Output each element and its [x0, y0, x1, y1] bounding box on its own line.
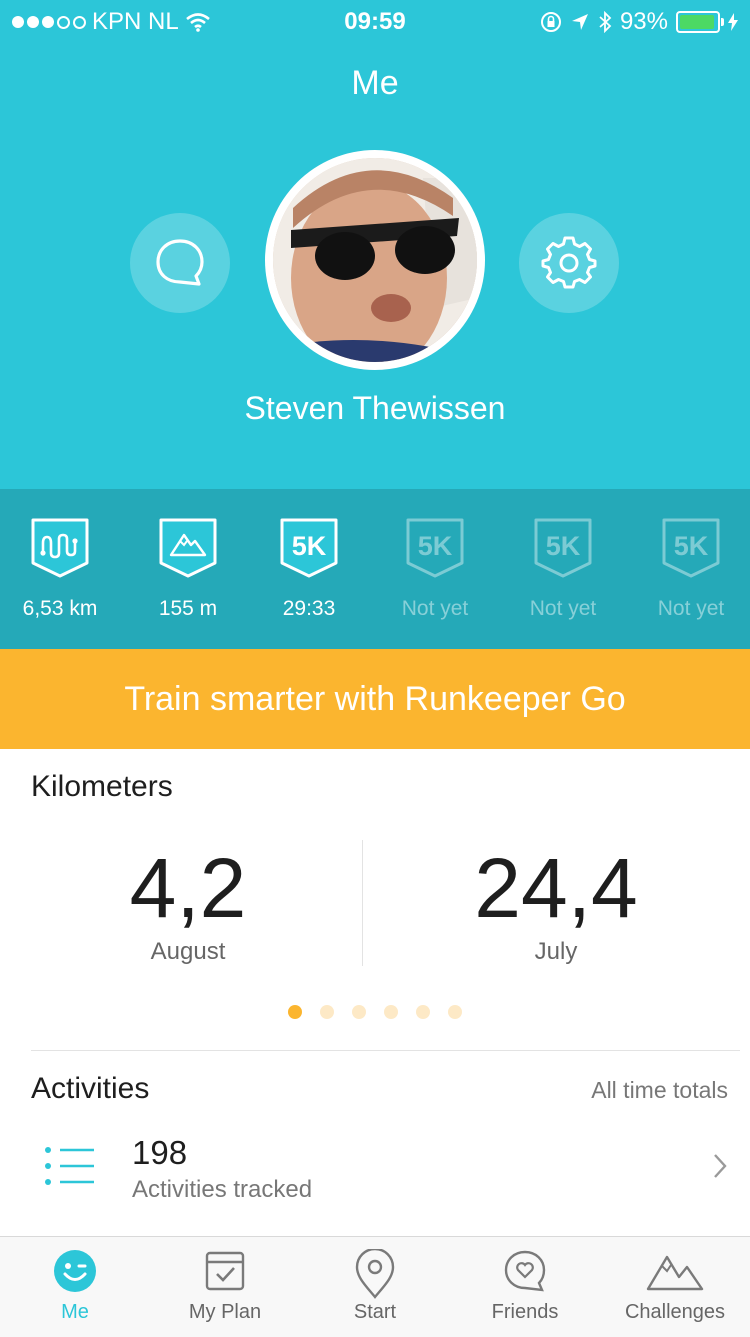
- tab-bar: Me My Plan Start Friends Challenges: [0, 1236, 750, 1337]
- achievement-label: 29:33: [282, 597, 336, 620]
- achievement-locked[interactable]: 5K Not yet: [627, 517, 750, 621]
- tab-challenges[interactable]: Challenges: [600, 1249, 750, 1324]
- achievement-label: Not yet: [401, 597, 469, 620]
- chevron-right-icon: [714, 1154, 727, 1178]
- svg-text:5K: 5K: [546, 531, 581, 561]
- smiley-icon: [54, 1250, 96, 1292]
- page-title: Me: [351, 64, 399, 102]
- all-time-totals-label: All time totals: [591, 1077, 728, 1103]
- stat-label: August: [150, 938, 226, 965]
- activities-title: Activities: [31, 1072, 150, 1105]
- charging-bolt-icon: [728, 13, 738, 31]
- battery-icon: [676, 11, 724, 33]
- 5k-badge-icon: 5K: [280, 518, 338, 578]
- messages-button[interactable]: [130, 213, 230, 313]
- page-dot[interactable]: [384, 1005, 398, 1019]
- tab-my-plan[interactable]: My Plan: [150, 1249, 300, 1324]
- route-badge-icon: [31, 518, 89, 578]
- battery-percentage: 93%: [619, 8, 668, 35]
- achievement-elevation[interactable]: 155 m: [124, 517, 252, 621]
- tab-label: My Plan: [188, 1301, 262, 1323]
- user-name: Steven Thewissen: [244, 390, 506, 426]
- list-icon: [45, 1147, 94, 1185]
- plan-checklist-icon: [205, 1251, 245, 1291]
- achievement-locked[interactable]: 5K Not yet: [371, 517, 499, 621]
- page-dot[interactable]: [320, 1005, 334, 1019]
- heart-chat-icon: [504, 1250, 546, 1292]
- avatar-photo: [273, 158, 477, 362]
- tab-label: Challenges: [624, 1301, 726, 1323]
- runkeeper-go-banner[interactable]: Train smarter with Runkeeper Go: [0, 649, 750, 749]
- bluetooth-icon: [599, 11, 612, 33]
- page-dot[interactable]: [416, 1005, 430, 1019]
- achievement-locked[interactable]: 5K Not yet: [499, 517, 627, 621]
- achievements-row[interactable]: 6,53 km 155 m 5K 29:33 5K Not yet 5K Not…: [0, 489, 750, 649]
- stat-value: 24,4: [474, 841, 638, 935]
- stat-value: 4,2: [129, 841, 247, 935]
- activities-tracked-row[interactable]: 198 Activities tracked: [0, 1130, 750, 1210]
- activities-count: 198: [132, 1134, 188, 1171]
- achievement-label: Not yet: [657, 597, 725, 620]
- page-dot[interactable]: [288, 1005, 302, 1019]
- achievement-label: Not yet: [529, 597, 597, 620]
- 5k-badge-icon: 5K: [406, 518, 464, 578]
- chat-bubble-icon: [156, 239, 204, 286]
- tab-me[interactable]: Me: [0, 1249, 150, 1324]
- activities-count-label: Activities tracked: [132, 1176, 313, 1203]
- page-dot[interactable]: [448, 1005, 462, 1019]
- svg-text:5K: 5K: [674, 531, 709, 561]
- svg-text:5K: 5K: [418, 531, 453, 561]
- achievement-label: 6,53 km: [22, 597, 98, 620]
- gear-icon: [541, 236, 597, 289]
- tab-label: Friends: [491, 1301, 559, 1323]
- tab-label: Start: [353, 1301, 397, 1323]
- page-dot[interactable]: [352, 1005, 366, 1019]
- achievement-longest-distance[interactable]: 6,53 km: [0, 517, 124, 621]
- mountain-badge-icon: [159, 518, 217, 578]
- stat-label: July: [534, 938, 578, 965]
- tab-start[interactable]: Start: [300, 1249, 450, 1324]
- section-divider: [31, 1050, 740, 1051]
- 5k-badge-icon: 5K: [662, 518, 720, 578]
- location-pin-icon: [355, 1249, 395, 1299]
- achievement-fastest-5k[interactable]: 5K 29:33: [245, 517, 373, 621]
- tab-friends[interactable]: Friends: [450, 1249, 600, 1324]
- settings-button[interactable]: [519, 213, 619, 313]
- status-bar: KPN NL 09:59 93%: [0, 0, 750, 42]
- svg-text:5K: 5K: [292, 531, 327, 561]
- 5k-badge-icon: 5K: [534, 518, 592, 578]
- previous-month-stat: 24,4 July: [406, 842, 706, 966]
- tab-label: Me: [61, 1301, 89, 1323]
- mountains-icon: [646, 1255, 704, 1291]
- current-month-stat: 4,2 August: [38, 842, 338, 966]
- location-arrow-icon: [571, 14, 588, 30]
- avatar[interactable]: [265, 150, 485, 370]
- kilometers-title: Kilometers: [31, 770, 173, 803]
- page-indicator[interactable]: [0, 1005, 750, 1019]
- achievement-label: 155 m: [158, 597, 218, 620]
- rotation-lock-icon: [540, 12, 561, 32]
- stat-divider: [362, 840, 363, 966]
- profile-header: KPN NL 09:59 93% Me Steven Thewissen: [0, 0, 750, 489]
